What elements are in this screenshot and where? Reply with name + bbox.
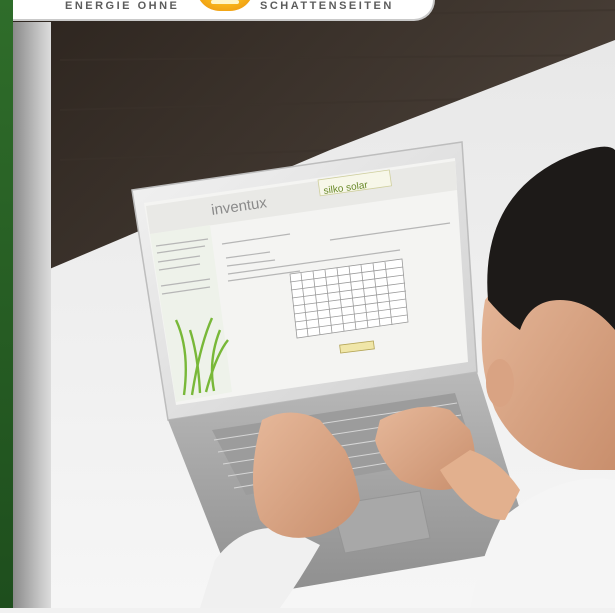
banner-text-right: SCHATTENSEITEN [260,0,394,12]
photo-scene: inventux silko solar [0,0,615,608]
sun-highlight [211,0,239,4]
side-grey-strip [13,22,51,608]
top-banner: ENERGIE OHNE SCHATTENSEITEN [13,0,435,21]
banner-text-left: ENERGIE OHNE [65,0,180,12]
person-ear [486,359,514,407]
scene-illustration: inventux silko solar [0,0,615,608]
brand-edge-strip [0,0,13,608]
